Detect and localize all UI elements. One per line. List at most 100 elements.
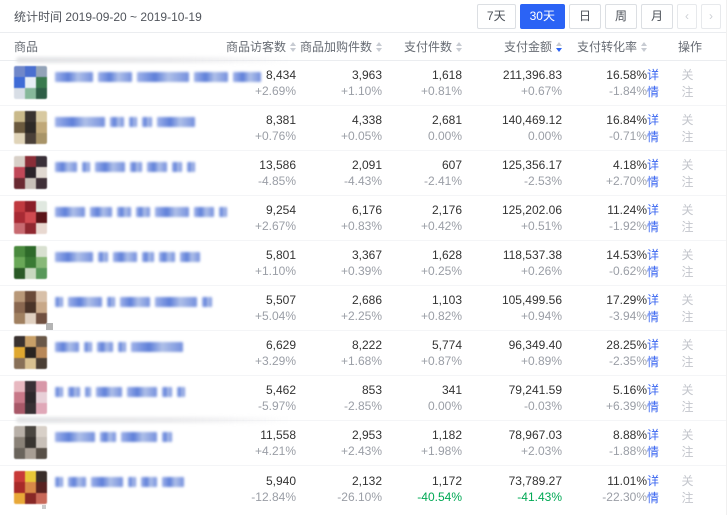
follow-link[interactable]: 关注 bbox=[682, 381, 703, 415]
payment-amount-cell: 79,241.59 -0.03% bbox=[462, 382, 562, 414]
paid-items-cell: 341 0.00% bbox=[382, 382, 462, 414]
actions-cell: 详情 关注 bbox=[647, 426, 727, 460]
product-thumbnail[interactable] bbox=[14, 291, 47, 324]
follow-link[interactable]: 关注 bbox=[682, 201, 703, 235]
range-button-7天[interactable]: 7天 bbox=[477, 4, 516, 29]
column-header-6: 操作 bbox=[647, 38, 727, 55]
paid-items-change: +0.25% bbox=[421, 263, 462, 279]
payment-amount-change: -0.03% bbox=[524, 398, 562, 414]
column-header-5[interactable]: 支付转化率 bbox=[562, 38, 647, 55]
visitors-value: 5,940 bbox=[266, 473, 296, 489]
follow-link[interactable]: 关注 bbox=[682, 426, 703, 460]
product-name-redacted[interactable] bbox=[55, 72, 261, 82]
table-row: 9,254 +2.67% 6,176 +0.83% 2,176 +0.42% 1… bbox=[0, 196, 726, 241]
visitors-value: 8,434 bbox=[266, 67, 296, 83]
payment-amount-cell: 105,499.56 +0.94% bbox=[462, 292, 562, 324]
column-header-2[interactable]: 商品加购件数 bbox=[296, 38, 382, 55]
column-label: 支付件数 bbox=[404, 38, 452, 55]
add-to-cart-change: -2.85% bbox=[344, 398, 382, 414]
follow-link[interactable]: 关注 bbox=[682, 156, 703, 190]
detail-link[interactable]: 详情 bbox=[647, 66, 668, 100]
visitors-value: 5,801 bbox=[266, 247, 296, 263]
column-header-1[interactable]: 商品访客数 bbox=[218, 38, 296, 55]
blur-mark bbox=[46, 323, 53, 330]
product-name-redacted[interactable] bbox=[55, 252, 200, 262]
prev-page-button[interactable]: ‹ bbox=[677, 4, 697, 29]
next-page-button[interactable]: › bbox=[701, 4, 721, 29]
follow-link[interactable]: 关注 bbox=[682, 111, 703, 145]
detail-link[interactable]: 详情 bbox=[647, 336, 668, 370]
product-name-redacted[interactable] bbox=[55, 207, 227, 217]
paid-items-value: 2,176 bbox=[432, 202, 462, 218]
detail-link[interactable]: 详情 bbox=[647, 472, 668, 506]
conversion-rate-value: 5.16% bbox=[613, 382, 647, 398]
detail-link[interactable]: 详情 bbox=[647, 426, 668, 460]
payment-amount-change: +0.94% bbox=[521, 308, 562, 324]
actions-cell: 详情 关注 bbox=[647, 111, 727, 145]
range-button-周[interactable]: 周 bbox=[605, 4, 637, 29]
product-thumbnail[interactable] bbox=[14, 246, 47, 279]
conversion-rate-cell: 11.01% -22.30% bbox=[562, 473, 647, 505]
add-to-cart-cell: 2,091 -4.43% bbox=[296, 157, 382, 189]
product-name-redacted[interactable] bbox=[55, 432, 172, 442]
add-to-cart-value: 2,953 bbox=[352, 427, 382, 443]
detail-link[interactable]: 详情 bbox=[647, 291, 668, 325]
conversion-rate-change: -3.94% bbox=[609, 308, 647, 324]
detail-link[interactable]: 详情 bbox=[647, 246, 668, 280]
product-thumbnail[interactable] bbox=[14, 156, 47, 189]
detail-link[interactable]: 详情 bbox=[647, 156, 668, 190]
product-name-redacted[interactable] bbox=[55, 297, 212, 307]
range-button-30天[interactable]: 30天 bbox=[520, 4, 565, 29]
payment-amount-value: 78,967.03 bbox=[509, 427, 562, 443]
product-thumbnail[interactable] bbox=[14, 66, 47, 99]
table-row: 5,940 -12.84% 2,132 -26.10% 1,172 -40.54… bbox=[0, 466, 726, 511]
product-thumbnail[interactable] bbox=[14, 111, 47, 144]
visitors-value: 8,381 bbox=[266, 112, 296, 128]
detail-link[interactable]: 详情 bbox=[647, 201, 668, 235]
product-thumbnail[interactable] bbox=[14, 381, 47, 414]
product-cell bbox=[0, 466, 218, 511]
follow-link[interactable]: 关注 bbox=[682, 472, 703, 506]
follow-link[interactable]: 关注 bbox=[682, 66, 703, 100]
add-to-cart-change: +1.10% bbox=[341, 83, 382, 99]
product-cell bbox=[0, 376, 218, 421]
conversion-rate-change: -0.71% bbox=[609, 128, 647, 144]
visitors-change: -12.84% bbox=[251, 489, 296, 505]
table-row: 5,462 -5.97% 853 -2.85% 341 0.00% 79,241… bbox=[0, 376, 726, 421]
product-name-redacted[interactable] bbox=[55, 477, 184, 487]
payment-amount-change: 0.00% bbox=[528, 128, 562, 144]
follow-link[interactable]: 关注 bbox=[682, 336, 703, 370]
column-header-3[interactable]: 支付件数 bbox=[382, 38, 462, 55]
product-thumbnail[interactable] bbox=[14, 471, 47, 504]
actions-cell: 详情 关注 bbox=[647, 336, 727, 370]
add-to-cart-cell: 3,367 +0.39% bbox=[296, 247, 382, 279]
product-thumbnail[interactable] bbox=[14, 336, 47, 369]
paid-items-value: 1,618 bbox=[432, 67, 462, 83]
paid-items-cell: 1,172 -40.54% bbox=[382, 473, 462, 505]
visitors-value: 5,507 bbox=[266, 292, 296, 308]
range-button-月[interactable]: 月 bbox=[641, 4, 673, 29]
product-name-redacted[interactable] bbox=[55, 342, 183, 352]
conversion-rate-change: +6.39% bbox=[606, 398, 647, 414]
detail-link[interactable]: 详情 bbox=[647, 111, 668, 145]
column-header-4[interactable]: 支付金额 bbox=[462, 38, 562, 55]
product-name-redacted[interactable] bbox=[55, 162, 195, 172]
visitors-cell: 11,558 +4.21% bbox=[218, 427, 296, 459]
add-to-cart-value: 3,963 bbox=[352, 67, 382, 83]
product-name-redacted[interactable] bbox=[55, 117, 195, 127]
paid-items-change: -2.41% bbox=[424, 173, 462, 189]
product-name-redacted[interactable] bbox=[55, 387, 185, 397]
follow-link[interactable]: 关注 bbox=[682, 291, 703, 325]
add-to-cart-value: 3,367 bbox=[352, 247, 382, 263]
follow-link[interactable]: 关注 bbox=[682, 246, 703, 280]
product-thumbnail[interactable] bbox=[14, 426, 47, 459]
product-cell bbox=[0, 106, 218, 151]
actions-cell: 详情 关注 bbox=[647, 472, 727, 506]
range-button-日[interactable]: 日 bbox=[569, 4, 601, 29]
add-to-cart-change: +0.39% bbox=[341, 263, 382, 279]
detail-link[interactable]: 详情 bbox=[647, 381, 668, 415]
conversion-rate-value: 16.58% bbox=[606, 67, 647, 83]
paid-items-cell: 1,103 +0.82% bbox=[382, 292, 462, 324]
product-thumbnail[interactable] bbox=[14, 201, 47, 234]
add-to-cart-change: -26.10% bbox=[337, 489, 382, 505]
